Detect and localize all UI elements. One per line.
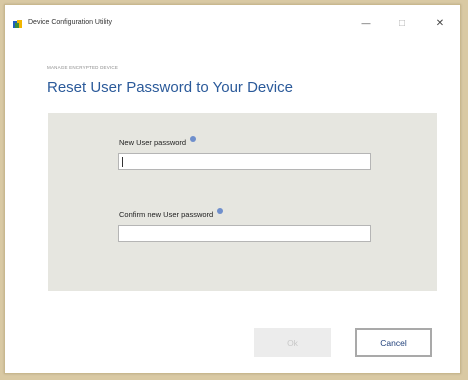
- text-caret: [122, 157, 123, 167]
- title-bar[interactable]: Device Configuration Utility — □ ✕: [5, 5, 460, 41]
- maximize-button[interactable]: □: [384, 11, 420, 35]
- dialog-window: Device Configuration Utility — □ ✕ MANAG…: [4, 4, 461, 374]
- confirm-password-field[interactable]: [118, 225, 371, 242]
- confirm-password-label-row: Confirm new User password: [119, 208, 224, 219]
- info-icon[interactable]: [190, 136, 197, 142]
- window-title: Device Configuration Utility: [28, 19, 113, 26]
- maximize-icon: □: [398, 17, 406, 29]
- close-button[interactable]: ✕: [422, 11, 458, 35]
- cancel-button[interactable]: Cancel: [355, 328, 432, 357]
- close-icon: ✕: [435, 17, 445, 29]
- info-icon[interactable]: [217, 208, 224, 214]
- new-password-label: New User password: [119, 138, 187, 147]
- new-password-label-row: New User password: [119, 136, 197, 147]
- app-icon: [12, 17, 24, 29]
- new-password-field[interactable]: [118, 153, 371, 170]
- ok-button[interactable]: Ok: [254, 328, 331, 357]
- page-title: Reset User Password to Your Device: [47, 79, 293, 96]
- minimize-button[interactable]: —: [348, 11, 384, 35]
- section-subtitle: MANAGE ENCRYPTED DEVICE: [47, 65, 119, 70]
- form-panel: New User password Confirm new User passw…: [48, 113, 437, 291]
- minimize-icon: —: [361, 18, 371, 28]
- confirm-password-label: Confirm new User password: [119, 210, 214, 219]
